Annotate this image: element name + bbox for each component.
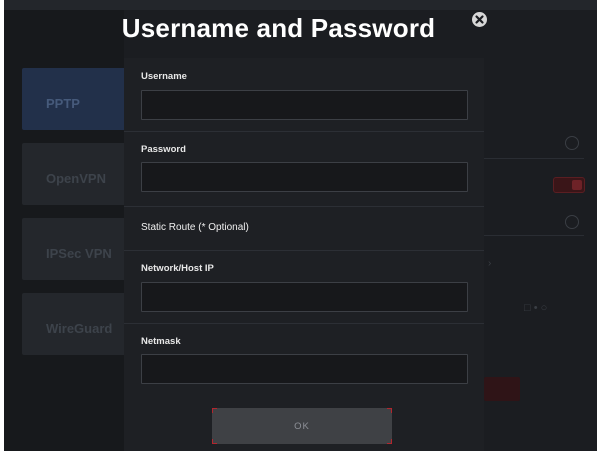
- network-host-ip-input[interactable]: [141, 282, 468, 312]
- background-vpn-item-label: OpenVPN: [46, 171, 106, 186]
- username-label: Username: [141, 71, 187, 82]
- password-input[interactable]: [141, 162, 468, 192]
- background-dot-icon: [565, 136, 579, 150]
- netmask-block: Netmask: [124, 323, 484, 398]
- button-corner: [387, 408, 392, 413]
- static-route-block: Static Route (* Optional): [124, 206, 484, 251]
- username-input[interactable]: [141, 90, 468, 120]
- background-vpn-item-label: WireGuard: [46, 321, 113, 336]
- close-icon[interactable]: [472, 12, 487, 27]
- netmask-input[interactable]: [141, 354, 468, 384]
- background-chevron-icon: ›: [488, 258, 492, 269]
- button-corner: [212, 439, 217, 444]
- static-route-label: Static Route (* Optional): [141, 222, 249, 233]
- background-vpn-item-label: IPSec VPN: [46, 246, 112, 261]
- background-divider: [484, 158, 584, 159]
- background-action-icons: □ • ○: [524, 302, 548, 314]
- background-toggle: [553, 177, 585, 193]
- network-host-ip-label: Network/Host IP: [141, 263, 214, 274]
- screen: PPTP OpenVPN IPSec VPN WireGuard › □ • ○…: [4, 0, 597, 451]
- button-corner: [387, 439, 392, 444]
- button-corner: [212, 408, 217, 413]
- dialog-title: Username and Password: [121, 13, 436, 43]
- background-divider: [484, 235, 584, 236]
- background-red-button: [484, 377, 520, 401]
- username-block: Username: [124, 58, 484, 132]
- ok-button[interactable]: OK: [212, 408, 392, 444]
- ok-button-label: OK: [294, 420, 310, 432]
- network-host-ip-block: Network/Host IP: [124, 250, 484, 324]
- password-label: Password: [141, 144, 186, 155]
- password-block: Password: [124, 131, 484, 207]
- background-topbar: [4, 0, 597, 10]
- netmask-label: Netmask: [141, 336, 181, 347]
- dialog-panel: Username Password Static Route (* Option…: [124, 58, 484, 451]
- background-vpn-item-label: PPTP: [46, 96, 80, 111]
- background-dot-icon: [565, 215, 579, 229]
